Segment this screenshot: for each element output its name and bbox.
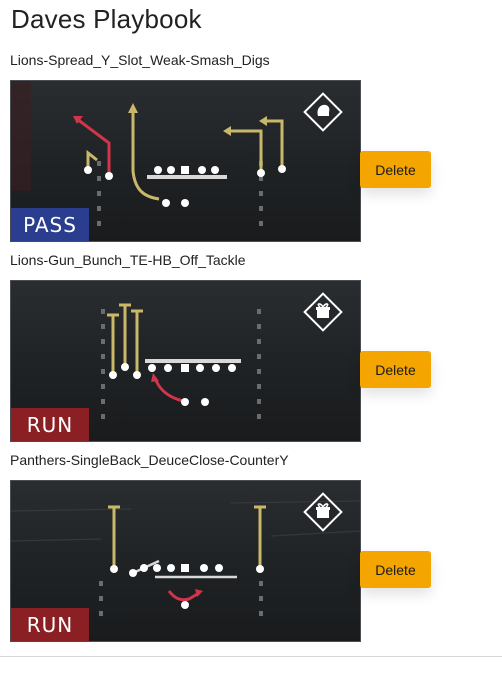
delete-button[interactable]: Delete — [360, 151, 431, 188]
play-item: Lions-Spread_Y_Slot_Weak-Smash_Digs PASS… — [10, 52, 500, 242]
play-name: Panthers-SingleBack_DeuceClose-CounterY — [10, 452, 289, 468]
play-item: Panthers-SingleBack_DeuceClose-CounterY — [10, 452, 500, 642]
play-item: Lions-Gun_Bunch_TE-HB_Off_Tackle RUN Del… — [10, 252, 500, 442]
delete-button[interactable]: Delete — [360, 351, 431, 388]
play-name: Lions-Spread_Y_Slot_Weak-Smash_Digs — [10, 52, 270, 68]
play-diagram[interactable]: PASS — [10, 80, 361, 242]
delete-button[interactable]: Delete — [360, 551, 431, 588]
play-type-badge: PASS — [11, 208, 89, 241]
play-diagram[interactable]: RUN — [10, 480, 361, 642]
play-name: Lions-Gun_Bunch_TE-HB_Off_Tackle — [10, 252, 246, 268]
page-title: Daves Playbook — [11, 4, 202, 34]
play-diagram[interactable]: RUN — [10, 280, 361, 442]
play-type-badge: RUN — [11, 408, 89, 441]
play-type-badge: RUN — [11, 608, 89, 641]
divider — [0, 656, 502, 657]
